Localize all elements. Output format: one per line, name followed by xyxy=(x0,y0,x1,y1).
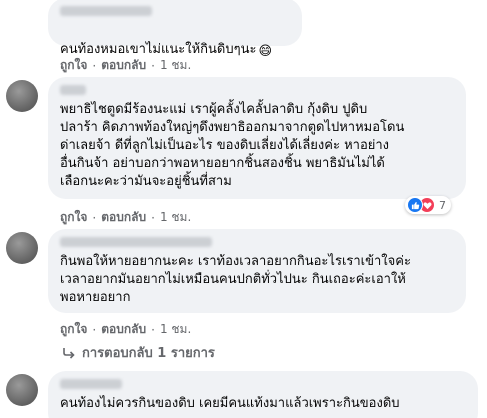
reply-button[interactable]: ตอบกลับ xyxy=(101,208,146,227)
comment-bubble: คนท้องไม่ควรกินของดิบ เคยมีคนแท้งมาแล้วเ… xyxy=(48,371,478,418)
comment-text: พยาธิไชตูดมีร้องนะแม่ เราผู้คลั้งไคลั้ปล… xyxy=(60,102,405,189)
avatar[interactable] xyxy=(6,374,38,406)
comment-text: คนท้องไม่ควรกินของดิบ เคยมีคนแท้งมาแล้วเ… xyxy=(60,396,400,411)
comment-author-name[interactable] xyxy=(60,237,212,247)
comment-timestamp[interactable]: 1 ชม. xyxy=(160,56,191,75)
comment-timestamp[interactable]: 1 ชม. xyxy=(160,320,191,339)
comment-actions: ถูกใจ · ตอบกลับ · 1 ชม. xyxy=(60,208,191,227)
comment-actions: ถูกใจ · ตอบกลับ · 1 ชม. xyxy=(60,320,191,339)
reply-arrow-icon xyxy=(62,347,76,359)
separator-dot: · xyxy=(92,322,97,337)
reply-button[interactable]: ตอบกลับ xyxy=(101,56,146,75)
like-button[interactable]: ถูกใจ xyxy=(60,56,87,75)
comment-thread: คนท้องหมอเขาไม่แนะให้กินดิบๆนะ 😄 ถูกใจ · … xyxy=(0,0,487,418)
comment-author-name[interactable] xyxy=(60,85,86,95)
grinning-emoji-icon: 😄 xyxy=(258,44,273,59)
separator-dot: · xyxy=(151,322,155,337)
comment-author-name[interactable] xyxy=(60,6,152,16)
like-button[interactable]: ถูกใจ xyxy=(60,208,87,227)
comment-bubble: พยาธิไชตูดมีร้องนะแม่ เราผู้คลั้งไคลั้ปล… xyxy=(48,77,466,199)
separator-dot: · xyxy=(92,210,97,225)
separator-dot: · xyxy=(151,210,155,225)
reaction-summary[interactable]: 7 xyxy=(405,196,451,214)
reply-button[interactable]: ตอบกลับ xyxy=(101,320,146,339)
comment-timestamp[interactable]: 1 ชม. xyxy=(160,208,191,227)
comment-text: กินพอให้หายอยากนะคะ เราท้องเวลาอยากกินอะ… xyxy=(60,254,411,305)
comment-author-name[interactable] xyxy=(60,379,122,389)
view-replies-link[interactable]: การตอบกลับ 1 รายการ xyxy=(62,342,215,363)
avatar[interactable] xyxy=(6,80,38,112)
comment-bubble: กินพอให้หายอยากนะคะ เราท้องเวลาอยากกินอะ… xyxy=(48,229,466,313)
like-icon xyxy=(407,197,423,213)
separator-dot: · xyxy=(151,58,155,73)
like-button[interactable]: ถูกใจ xyxy=(60,320,87,339)
separator-dot: · xyxy=(92,58,97,73)
reaction-count: 7 xyxy=(439,198,446,212)
comment-actions: ถูกใจ · ตอบกลับ · 1 ชม. xyxy=(60,56,191,75)
view-replies-label: การตอบกลับ 1 รายการ xyxy=(82,346,215,361)
comment-bubble: คนท้องหมอเขาไม่แนะให้กินดิบๆนะ 😄 xyxy=(48,0,302,59)
avatar[interactable] xyxy=(6,232,38,264)
